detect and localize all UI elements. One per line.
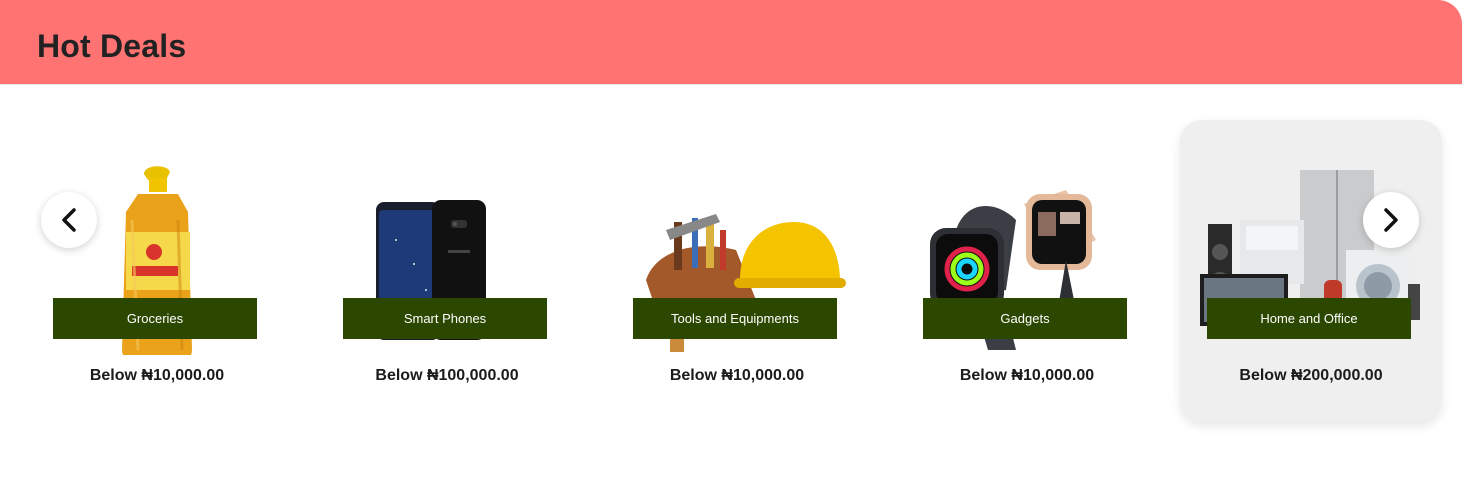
category-label[interactable]: Groceries bbox=[53, 298, 257, 339]
deals-carousel: Groceries Below ₦10,000.00 Smart Phones … bbox=[0, 86, 1462, 500]
category-label[interactable]: Home and Office bbox=[1207, 298, 1411, 339]
carousel-prev-button[interactable] bbox=[41, 192, 97, 248]
price-text: Below ₦10,000.00 bbox=[89, 367, 225, 384]
deal-card-home-office[interactable]: Home and Office Below ₦200,000.00 bbox=[1180, 120, 1442, 422]
deal-card-smart-phones[interactable]: Smart Phones Below ₦100,000.00 bbox=[316, 120, 578, 422]
price-text: Below ₦100,000.00 bbox=[375, 367, 519, 384]
section-title: Hot Deals bbox=[37, 28, 187, 64]
chevron-left-icon bbox=[62, 208, 76, 232]
price-text: Below ₦10,000.00 bbox=[669, 367, 805, 384]
price-text: Below ₦10,000.00 bbox=[959, 367, 1095, 384]
carousel-next-button[interactable] bbox=[1363, 192, 1419, 248]
price-text: Below ₦200,000.00 bbox=[1239, 367, 1383, 384]
deal-card-gadgets[interactable]: Gadgets Below ₦10,000.00 bbox=[896, 120, 1158, 422]
category-label[interactable]: Tools and Equipments bbox=[633, 298, 837, 339]
category-label[interactable]: Smart Phones bbox=[343, 298, 547, 339]
chevron-right-icon bbox=[1384, 208, 1398, 232]
hot-deals-header: Hot Deals bbox=[0, 0, 1462, 85]
category-label[interactable]: Gadgets bbox=[923, 298, 1127, 339]
deal-card-groceries[interactable]: Groceries Below ₦10,000.00 bbox=[26, 120, 288, 422]
deal-card-tools[interactable]: Tools and Equipments Below ₦10,000.00 bbox=[606, 120, 868, 422]
